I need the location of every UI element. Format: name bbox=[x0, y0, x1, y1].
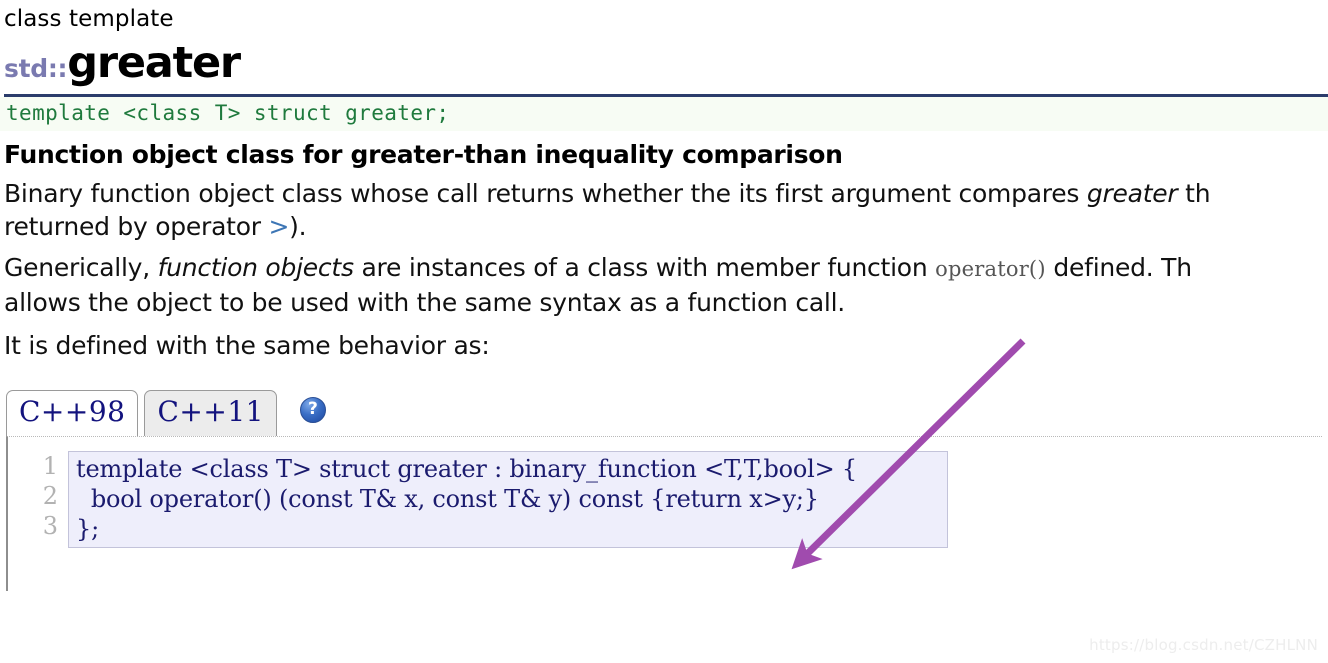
description-paragraph-1-line-2: returned by operator >). bbox=[4, 210, 1328, 243]
code-line: }; bbox=[76, 515, 99, 543]
version-tabs: C++98 C++11 ? bbox=[6, 390, 1328, 436]
page-title-namespace: std:: bbox=[4, 54, 68, 83]
version-tabs-container: C++98 C++11 ? bbox=[6, 390, 1328, 436]
line-number: 3 bbox=[42, 512, 58, 540]
tab-cpp98[interactable]: C++98 bbox=[6, 390, 139, 436]
watermark-text: https://blog.csdn.net/CZHLNN bbox=[1089, 636, 1318, 654]
line-number: 1 bbox=[42, 452, 58, 480]
operator-inline-code: operator() bbox=[935, 257, 1046, 281]
page-kicker: class template bbox=[4, 6, 174, 32]
desc2-text-c: defined. Th bbox=[1045, 253, 1192, 282]
description-paragraph-1: Binary function object class whose call … bbox=[0, 169, 1328, 243]
desc2-text-a: Generically, bbox=[4, 253, 158, 282]
section-subheading: Function object class for greater-than i… bbox=[4, 140, 843, 169]
desc1-text-b: th bbox=[1177, 179, 1211, 208]
desc1-emphasis: greater bbox=[1086, 179, 1178, 208]
code-line-numbers: 123 bbox=[32, 451, 68, 548]
desc1-line2-text-b: ). bbox=[289, 212, 307, 241]
desc1-text-a: Binary function object class whose call … bbox=[4, 179, 1087, 208]
description-paragraph-2: Generically, function objects are instan… bbox=[0, 243, 1328, 319]
code-line: bool operator() (const T& x, const T& y)… bbox=[76, 485, 819, 513]
help-question-icon[interactable]: ? bbox=[299, 396, 326, 423]
description-paragraph-2-line-1: Generically, function objects are instan… bbox=[4, 251, 1328, 286]
code-sample-text: template <class T> struct greater : bina… bbox=[68, 451, 948, 548]
description-paragraph-2-line-2: allows the object to be used with the sa… bbox=[4, 288, 845, 317]
line-number: 2 bbox=[42, 482, 58, 510]
reference-page: class template std::greater template <cl… bbox=[0, 0, 1328, 663]
desc1-line2-text-a: returned by operator bbox=[4, 212, 269, 241]
tab-cpp11[interactable]: C++11 bbox=[144, 390, 277, 436]
desc2-emphasis: function objects bbox=[157, 253, 354, 282]
page-title: std::greater bbox=[0, 31, 1328, 85]
code-line: template <class T> struct greater : bina… bbox=[76, 455, 857, 483]
description-paragraph-1-line-1: Binary function object class whose call … bbox=[4, 177, 1328, 210]
tab-panel-cpp98: 123 template <class T> struct greater : … bbox=[6, 436, 1322, 591]
template-signature: template <class T> struct greater; bbox=[0, 97, 1328, 131]
greater-than-operator-link[interactable]: > bbox=[268, 212, 289, 241]
description-paragraph-3: It is defined with the same behavior as: bbox=[4, 331, 490, 360]
code-sample-block: 123 template <class T> struct greater : … bbox=[32, 451, 948, 548]
desc2-text-b: are instances of a class with member fun… bbox=[353, 253, 936, 282]
page-title-name: greater bbox=[67, 38, 241, 88]
